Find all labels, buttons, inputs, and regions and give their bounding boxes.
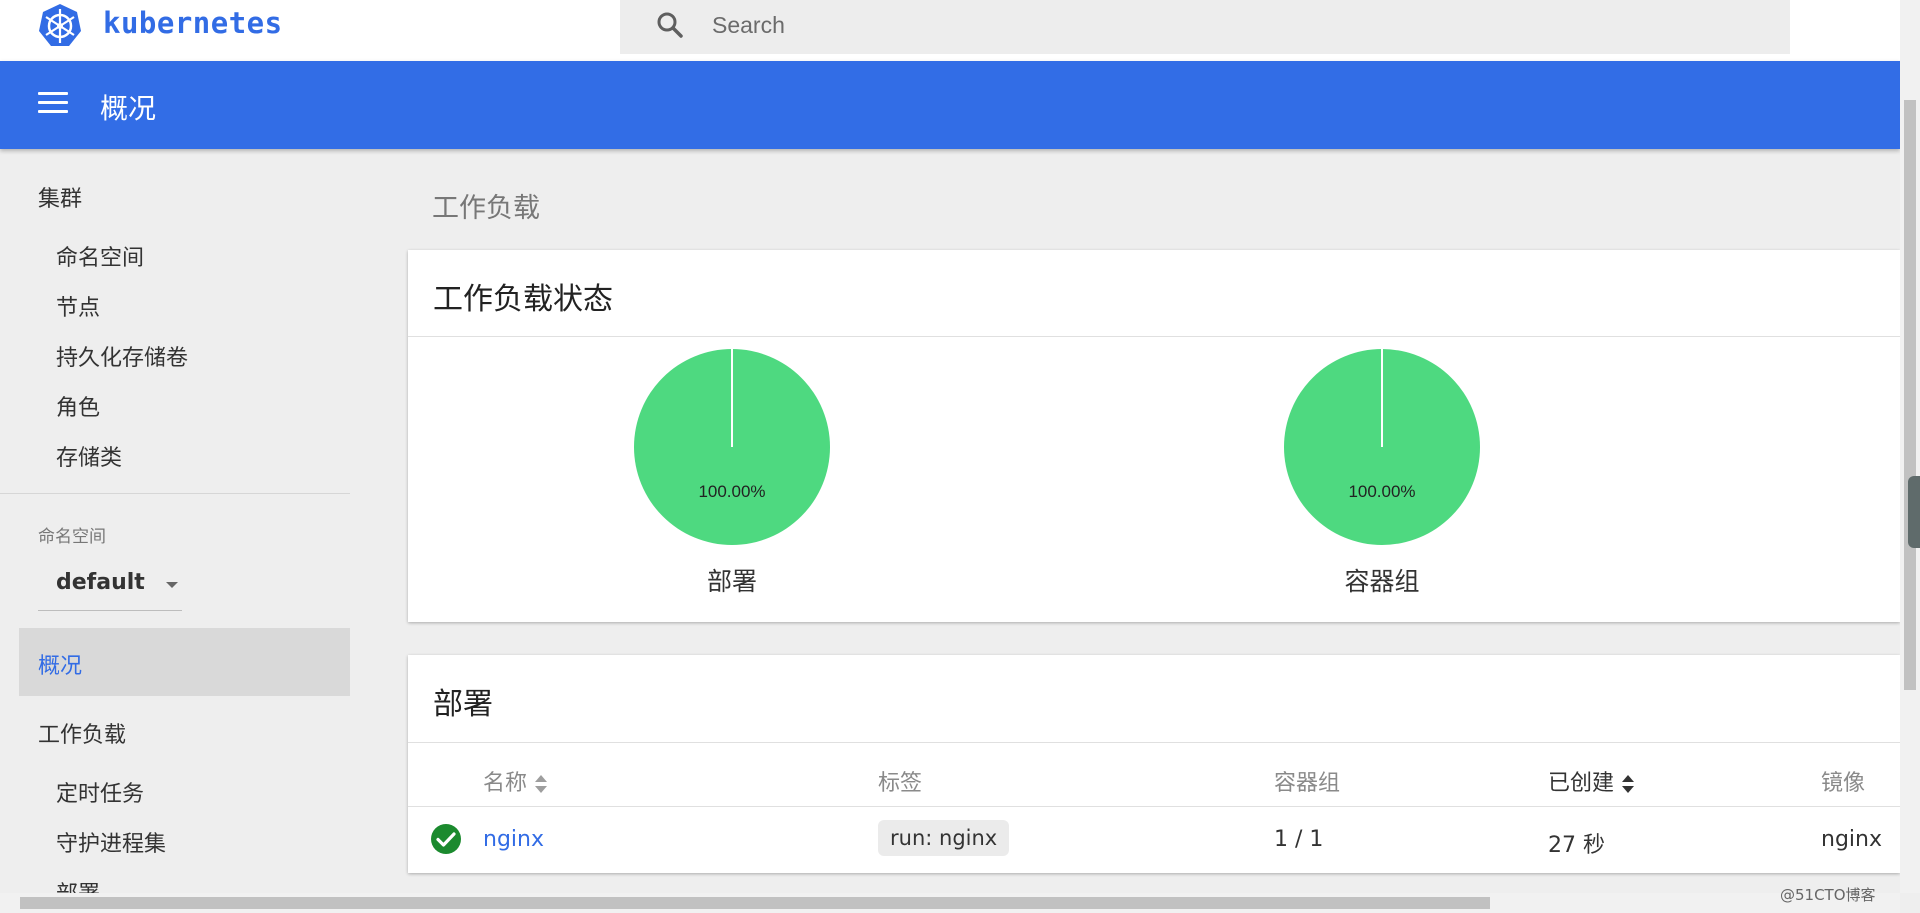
column-header-images: 镜像 xyxy=(1821,771,1866,796)
deployments-chart-label: 部署 xyxy=(706,567,757,596)
column-header-name[interactable]: 名称 xyxy=(483,765,548,797)
horizontal-scrollbar[interactable] xyxy=(0,893,1900,913)
namespace-value: default xyxy=(56,570,145,595)
sidebar-item-overview[interactable]: 概况 xyxy=(19,628,350,696)
sidebar-item-storage-classes[interactable]: 存储类 xyxy=(56,440,122,472)
column-header-label: 名称 xyxy=(483,771,528,796)
sidebar-item-label: 概况 xyxy=(38,654,83,679)
pods-pie-chart[interactable]: 100.00% xyxy=(1282,347,1482,547)
workload-status-card: 工作负载状态 100.00% 部署 100.00% 容器组 xyxy=(408,250,1900,622)
card-title: 工作负载状态 xyxy=(433,282,613,317)
label-chip: run: nginx xyxy=(878,820,1010,856)
horizontal-scrollbar-thumb[interactable] xyxy=(20,897,1490,909)
sidebar-item-roles[interactable]: 角色 xyxy=(56,390,100,422)
image-name: nginx xyxy=(1821,827,1882,852)
search-input[interactable] xyxy=(710,8,1714,42)
deployments-card: 部署 名称 标签 容器组 已创建 镜像 nginx run: nginx 1 /… xyxy=(408,655,1900,873)
sidebar-item-cluster[interactable]: 集群 xyxy=(38,181,82,213)
pie-value-label: 100.00% xyxy=(698,482,765,501)
search-icon xyxy=(657,12,683,38)
deployment-name-link[interactable]: nginx xyxy=(483,827,544,852)
top-bar: kubernetes xyxy=(0,0,1900,61)
column-header-label: 已创建 xyxy=(1548,771,1615,796)
card-divider xyxy=(408,742,1900,743)
pods-count: 1 / 1 xyxy=(1274,827,1324,852)
side-panel-handle[interactable] xyxy=(1908,476,1920,548)
deployments-pie-chart[interactable]: 100.00% xyxy=(632,347,832,547)
sidebar-item-cron-jobs[interactable]: 定时任务 xyxy=(56,776,144,808)
vertical-scrollbar-thumb[interactable] xyxy=(1904,100,1916,690)
sidebar-item-nodes[interactable]: 节点 xyxy=(56,290,100,322)
namespace-select[interactable]: default xyxy=(38,558,182,611)
pods-chart-label: 容器组 xyxy=(1344,567,1420,596)
kubernetes-logo-icon[interactable] xyxy=(36,2,84,50)
card-divider xyxy=(408,336,1900,337)
vertical-scrollbar[interactable] xyxy=(1900,0,1920,893)
sidebar: 集群 命名空间 节点 持久化存储卷 角色 存储类 xyxy=(0,149,350,889)
check-circle-icon xyxy=(431,824,461,854)
column-header-pods: 容器组 xyxy=(1274,771,1341,796)
page-title: 概况 xyxy=(100,92,157,125)
page-header: 概况 xyxy=(0,61,1900,149)
sidebar-divider xyxy=(0,493,350,494)
section-heading: 工作负载 xyxy=(432,193,540,224)
sidebar-item-persistent-volumes[interactable]: 持久化存储卷 xyxy=(56,340,188,372)
dropdown-arrow-icon xyxy=(166,582,178,588)
hamburger-menu-icon[interactable] xyxy=(38,92,68,116)
column-header-created[interactable]: 已创建 xyxy=(1548,765,1635,797)
sidebar-item-workloads[interactable]: 工作负载 xyxy=(38,717,126,749)
created-age: 27 秒 xyxy=(1548,833,1605,858)
sidebar-item-daemon-sets[interactable]: 守护进程集 xyxy=(56,826,166,858)
namespace-label: 命名空间 xyxy=(38,527,106,547)
column-header-labels: 标签 xyxy=(878,771,923,796)
sidebar-item-namespaces[interactable]: 命名空间 xyxy=(56,240,144,272)
sort-icon[interactable] xyxy=(1622,774,1635,794)
table-header-divider xyxy=(408,806,1900,807)
watermark: @51CTO博客 xyxy=(1780,886,1876,904)
brand-name[interactable]: kubernetes xyxy=(103,6,283,40)
sort-icon[interactable] xyxy=(535,774,548,794)
pie-value-label: 100.00% xyxy=(1348,482,1415,501)
card-title: 部署 xyxy=(433,687,493,722)
